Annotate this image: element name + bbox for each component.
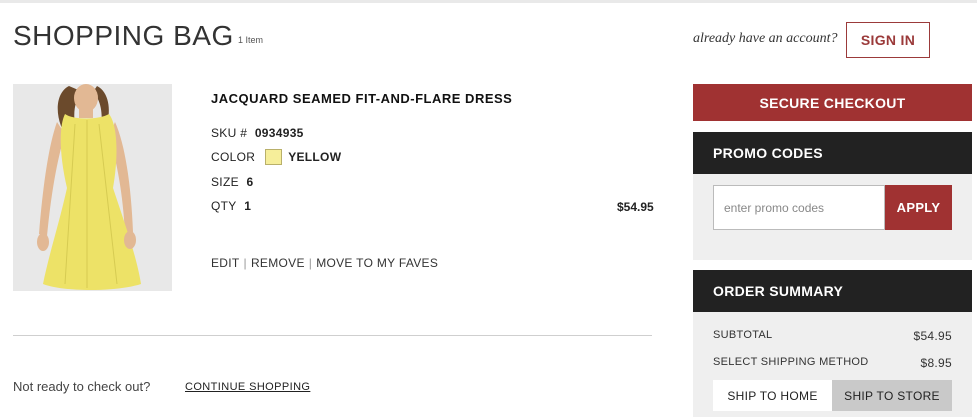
qty-row: QTY 1 bbox=[211, 199, 251, 213]
shipping-label: SELECT SHIPPING METHOD bbox=[713, 356, 869, 368]
sku-row: SKU # 0934935 bbox=[211, 126, 304, 140]
promo-code-input[interactable] bbox=[713, 185, 885, 230]
item-actions: EDIT | REMOVE | MOVE TO MY FAVES bbox=[211, 256, 438, 270]
subtotal-amount: $54.95 bbox=[913, 329, 952, 343]
tab-ship-to-store[interactable]: SHIP TO STORE bbox=[832, 380, 952, 411]
product-name[interactable]: JACQUARD SEAMED FIT-AND-FLARE DRESS bbox=[211, 91, 512, 106]
shipping-row: SELECT SHIPPING METHOD $8.95 bbox=[713, 356, 952, 370]
sku-label: SKU # bbox=[211, 126, 248, 140]
size-label: SIZE bbox=[211, 175, 239, 189]
promo-codes-panel: PROMO CODES APPLY bbox=[693, 132, 972, 260]
item-divider bbox=[13, 335, 652, 336]
subtotal-label: SUBTOTAL bbox=[713, 329, 773, 341]
edit-link[interactable]: EDIT bbox=[211, 256, 240, 270]
color-label: COLOR bbox=[211, 150, 256, 165]
not-ready-text: Not ready to check out? bbox=[13, 379, 151, 394]
color-swatch bbox=[265, 149, 283, 165]
action-separator: | bbox=[308, 256, 313, 270]
apply-promo-button[interactable]: APPLY bbox=[885, 185, 952, 230]
qty-label: QTY bbox=[211, 199, 237, 213]
product-image[interactable] bbox=[13, 84, 172, 291]
shipping-amount: $8.95 bbox=[920, 356, 952, 370]
account-prompt: already have an account? bbox=[693, 31, 838, 46]
item-count: 1 Item bbox=[238, 35, 264, 45]
continue-shopping-link[interactable]: CONTINUE SHOPPING bbox=[185, 381, 310, 393]
size-row: SIZE 6 bbox=[211, 175, 254, 189]
subtotal-row: SUBTOTAL $54.95 bbox=[713, 329, 952, 343]
move-to-faves-link[interactable]: MOVE TO MY FAVES bbox=[316, 256, 438, 270]
color-row: COLOR YELLOW bbox=[211, 149, 342, 166]
item-price: $54.95 bbox=[617, 200, 654, 214]
tab-ship-to-home[interactable]: SHIP TO HOME bbox=[713, 380, 832, 411]
qty-value: 1 bbox=[244, 199, 252, 213]
promo-codes-title: PROMO CODES bbox=[693, 132, 972, 174]
size-value: 6 bbox=[246, 175, 254, 189]
color-value: YELLOW bbox=[288, 150, 342, 165]
shipping-tabs: SHIP TO HOME SHIP TO STORE bbox=[713, 380, 952, 411]
page-title: SHOPPING BAG bbox=[13, 20, 234, 51]
secure-checkout-button[interactable]: SECURE CHECKOUT bbox=[693, 84, 972, 121]
remove-link[interactable]: REMOVE bbox=[251, 256, 305, 270]
action-separator: | bbox=[243, 256, 247, 270]
sign-in-button[interactable]: SIGN IN bbox=[846, 22, 930, 58]
dress-photo bbox=[13, 84, 172, 291]
order-summary-title: ORDER SUMMARY bbox=[693, 270, 972, 312]
order-summary-panel: ORDER SUMMARY SUBTOTAL $54.95 SELECT SHI… bbox=[693, 270, 972, 417]
top-divider bbox=[0, 0, 977, 3]
sku-value: 0934935 bbox=[254, 126, 304, 140]
